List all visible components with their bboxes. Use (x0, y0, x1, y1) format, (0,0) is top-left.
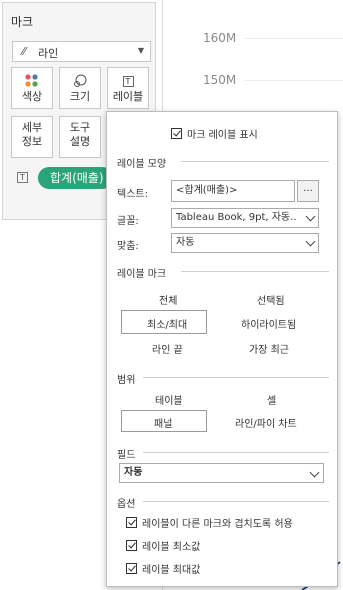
option-minmax[interactable]: 최소/최대 (121, 310, 207, 334)
label-marks-section-title: 레이블 마크 (117, 269, 167, 280)
options-section-title: 옵션 (117, 499, 136, 510)
label-min-checkbox[interactable] (126, 540, 137, 551)
line-chart-icon: ⁄⁄ (22, 45, 26, 58)
text-label: 텍스트: (117, 189, 148, 200)
size-button-label: 크기 (69, 90, 91, 103)
field-section-title: 필드 (117, 450, 136, 461)
font-label: 글꼴: (117, 216, 139, 227)
tooltip-button[interactable]: 도구 설명 (59, 116, 101, 158)
divider (181, 161, 329, 162)
sum-sales-pill[interactable]: 합계(매출) (38, 167, 113, 189)
label-min-label: 레이블 최소값 (142, 542, 201, 553)
align-dropdown[interactable]: 자동 (171, 233, 319, 253)
show-labels-label: 마크 레이블 표시 (187, 130, 258, 141)
option-all[interactable]: 전체 (159, 292, 177, 307)
appearance-section-title: 레이블 모양 (117, 159, 167, 170)
label-button-label: 레이블 (112, 90, 144, 103)
option-line-ends[interactable]: 라인 끝 (152, 341, 183, 356)
font-value: Tableau Book, 9pt, 자동.. (176, 212, 297, 223)
axis-tick-label: 150M (203, 73, 237, 87)
scope-pane-label: 패널 (154, 419, 173, 430)
option-most-recent[interactable]: 가장 최근 (249, 341, 289, 356)
label-max-label: 레이블 최대값 (142, 565, 201, 576)
mark-type-value: 라인 (38, 47, 59, 60)
field-value: 자동 (124, 467, 143, 478)
mark-type-dropdown[interactable]: ⁄⁄ 라인 ▼ (12, 41, 151, 62)
font-dropdown[interactable]: Tableau Book, 9pt, 자동.. (171, 208, 319, 228)
text-t-icon: T (17, 172, 28, 183)
text-t-icon: T (108, 74, 148, 88)
scope-line-pie[interactable]: 라인/파이 차트 (235, 415, 297, 430)
scope-pane[interactable]: 패널 (121, 410, 207, 432)
divider (143, 452, 329, 453)
option-minmax-label: 최소/최대 (147, 320, 188, 331)
axis-tick-label: 160M (203, 31, 237, 45)
show-labels-checkbox[interactable] (171, 128, 182, 139)
option-highlighted[interactable]: 하이라이트됨 (241, 316, 296, 331)
scope-table[interactable]: 테이블 (155, 392, 183, 407)
gridline (244, 80, 343, 81)
size-button[interactable]: 크기 (59, 67, 101, 109)
align-label: 맞춤: (117, 241, 139, 252)
divider (181, 271, 329, 272)
color-button[interactable]: 색상 (11, 67, 53, 109)
allow-overlap-label: 레이블이 다른 마크와 겹치도록 허용 (142, 519, 293, 530)
chevron-down-icon: ▼ (137, 46, 144, 55)
divider (143, 377, 329, 378)
divider (143, 501, 329, 502)
tooltip-button-label-2: 설명 (69, 135, 91, 148)
color-button-label: 색상 (21, 90, 43, 103)
field-dropdown[interactable]: 자동 (119, 463, 324, 483)
detail-button[interactable]: 세부 정보 (11, 116, 53, 158)
text-field[interactable]: <합계(매출)> (171, 180, 295, 202)
tooltip-button-label-1: 도구 (69, 121, 91, 134)
gridline (244, 38, 343, 39)
detail-button-label-1: 세부 (21, 121, 43, 134)
color-dots-icon (12, 74, 52, 88)
size-circles-icon (60, 74, 100, 88)
detail-button-label-2: 정보 (21, 135, 43, 148)
option-selected[interactable]: 선택됨 (257, 292, 285, 307)
scope-section-title: 범위 (117, 375, 136, 386)
scope-cell[interactable]: 셀 (267, 392, 276, 407)
label-button[interactable]: T 레이블 (107, 67, 149, 109)
allow-overlap-checkbox[interactable] (126, 517, 137, 528)
label-settings-popup: 마크 레이블 표시 레이블 모양 텍스트: <합계(매출)> ... 글꼴: T… (106, 111, 338, 587)
align-value: 자동 (176, 237, 195, 248)
label-max-checkbox[interactable] (126, 563, 137, 574)
marks-card-title: 마크 (11, 15, 34, 29)
more-button[interactable]: ... (297, 180, 319, 202)
